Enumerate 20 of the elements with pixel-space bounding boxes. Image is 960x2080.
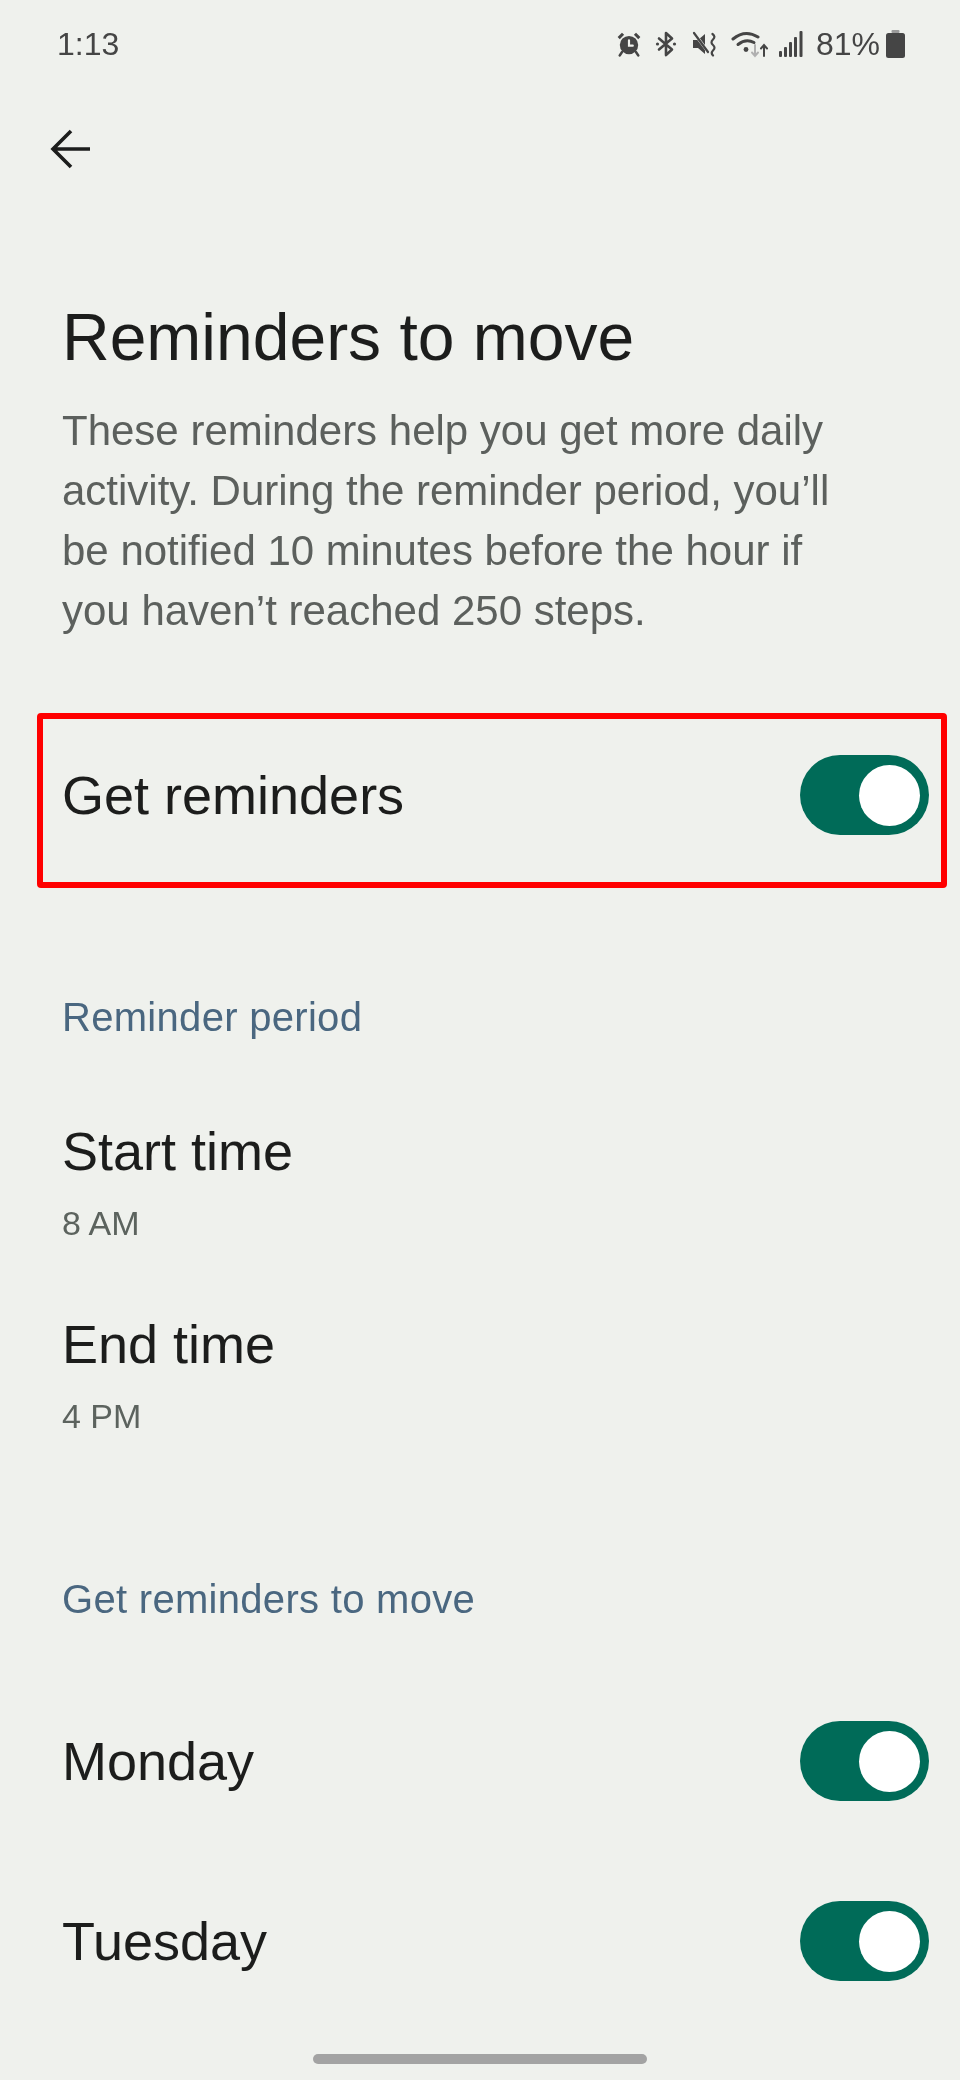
page-title: Reminders to move xyxy=(62,299,636,376)
section-header: Get reminders to move xyxy=(62,1576,477,1623)
day-label: Tuesday xyxy=(62,1910,268,1973)
setting-label: Get reminders xyxy=(62,764,405,827)
alarm-clock-icon xyxy=(615,31,642,57)
muted-speaker-icon xyxy=(691,31,718,57)
setting-label[interactable]: End time xyxy=(62,1312,276,1376)
signal-bars-icon xyxy=(778,31,803,57)
day-label: Monday xyxy=(62,1730,255,1793)
back-arrow-icon[interactable] xyxy=(50,129,90,169)
bluetooth-icon xyxy=(653,31,678,57)
setting-value: 4 PM xyxy=(62,1396,142,1437)
battery-icon xyxy=(886,30,905,58)
status-time: 1:13 xyxy=(57,25,120,64)
wifi-icon xyxy=(730,30,771,58)
setting-label[interactable]: Start time xyxy=(62,1119,294,1183)
battery-percentage: 81% xyxy=(815,25,880,64)
page-description: These reminders help you get more daily activity. During the reminder period, you’ll be notified 10 minutes before the hour if you haven’t reached 250 steps. xyxy=(62,406,831,636)
section-header: Reminder period xyxy=(62,994,364,1041)
setting-value: 8 AM xyxy=(62,1203,140,1244)
